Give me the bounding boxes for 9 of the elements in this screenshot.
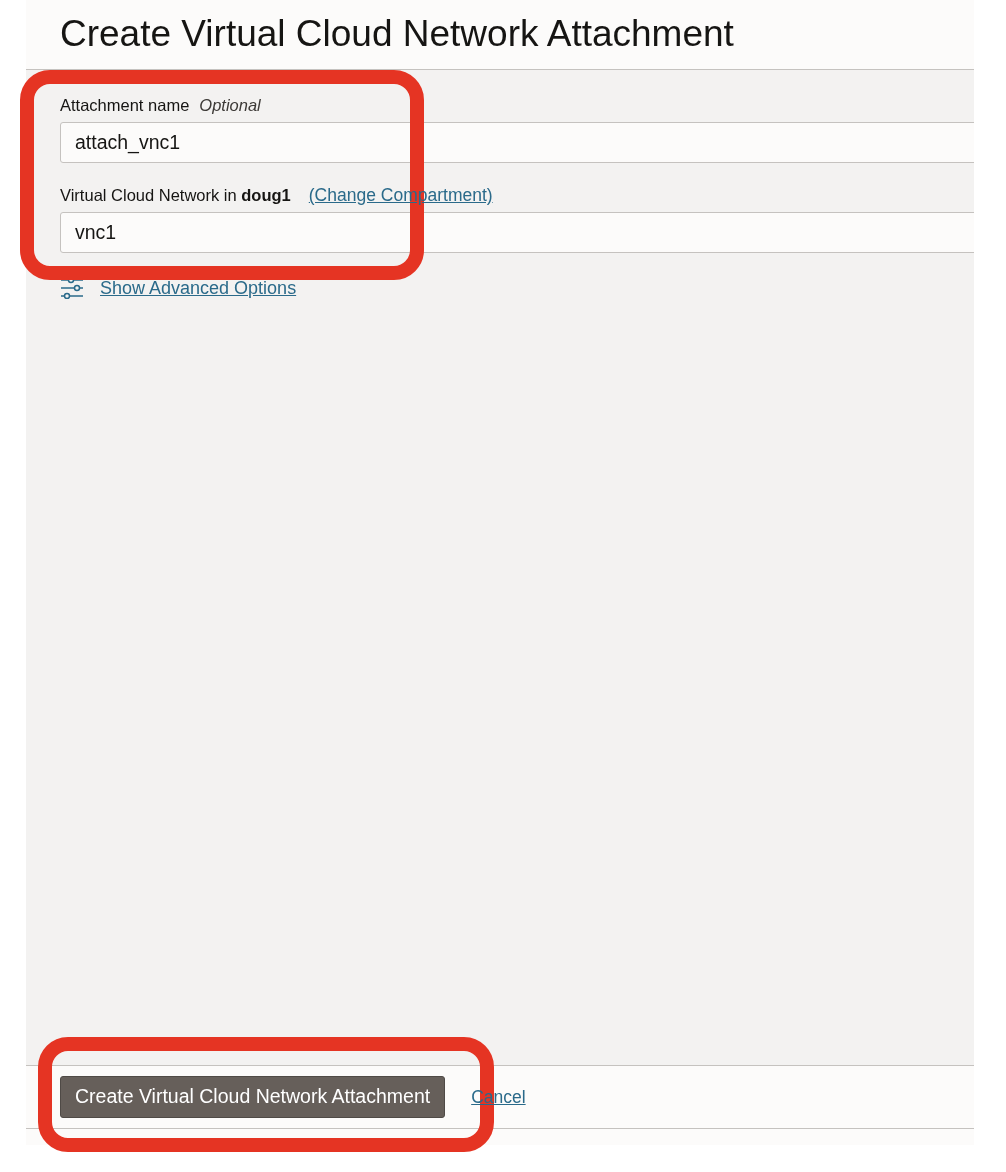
optional-hint: Optional (199, 96, 261, 116)
dialog-title: Create Virtual Cloud Network Attachment (60, 12, 734, 57)
field-label: Virtual Cloud Network in doug1 (60, 185, 291, 206)
advanced-options-link[interactable]: Show Advanced Options (100, 274, 297, 302)
input-field[interactable]: attach_vnc1 (60, 121, 974, 163)
field-label: Attachment name (60, 96, 190, 116)
sliders-icon (60, 277, 84, 300)
input-field[interactable]: vnc1 (60, 211, 974, 253)
create-button[interactable]: Create Virtual Cloud Network Attachment (60, 1076, 446, 1118)
